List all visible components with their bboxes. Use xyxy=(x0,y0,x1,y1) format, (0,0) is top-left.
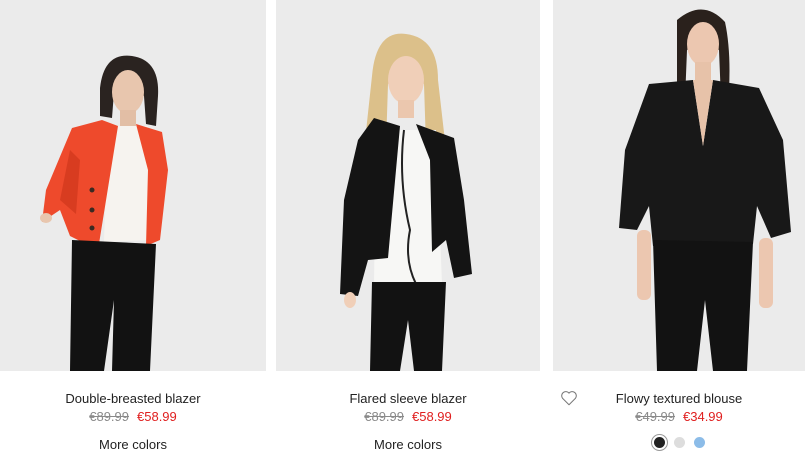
price-row: €49.99 €34.99 xyxy=(553,409,805,424)
original-price: €49.99 xyxy=(635,409,675,424)
price-row: €89.99 €58.99 xyxy=(0,409,266,424)
original-price: €89.99 xyxy=(364,409,404,424)
product-name[interactable]: Flared sleeve blazer xyxy=(276,391,540,406)
original-price: €89.99 xyxy=(89,409,129,424)
sale-price: €34.99 xyxy=(683,409,723,424)
model-photo-red-blazer xyxy=(0,0,266,371)
product-card[interactable]: Double-breasted blazer €89.99 €58.99 More… xyxy=(0,0,266,453)
product-name[interactable]: Double-breasted blazer xyxy=(0,391,266,406)
color-swatch-black[interactable] xyxy=(650,434,668,451)
color-swatch-light-grey[interactable] xyxy=(673,437,685,448)
color-swatch-light-blue[interactable] xyxy=(693,437,705,448)
product-name[interactable]: Flowy textured blouse xyxy=(553,391,805,406)
product-card[interactable]: Flared sleeve blazer €89.99 €58.99 More c… xyxy=(276,0,540,453)
color-swatches xyxy=(553,434,805,451)
price-row: €89.99 €58.99 xyxy=(276,409,540,424)
more-colors-link[interactable]: More colors xyxy=(0,437,266,452)
model-photo-black-blouse xyxy=(553,0,805,371)
sale-price: €58.99 xyxy=(137,409,177,424)
model-photo-black-blazer xyxy=(276,0,540,371)
sale-price: €58.99 xyxy=(412,409,452,424)
more-colors-link[interactable]: More colors xyxy=(276,437,540,452)
product-card[interactable]: Flowy textured blouse €49.99 €34.99 xyxy=(553,0,805,453)
product-image[interactable] xyxy=(0,0,266,371)
product-image[interactable] xyxy=(276,0,540,371)
product-image[interactable] xyxy=(553,0,805,371)
